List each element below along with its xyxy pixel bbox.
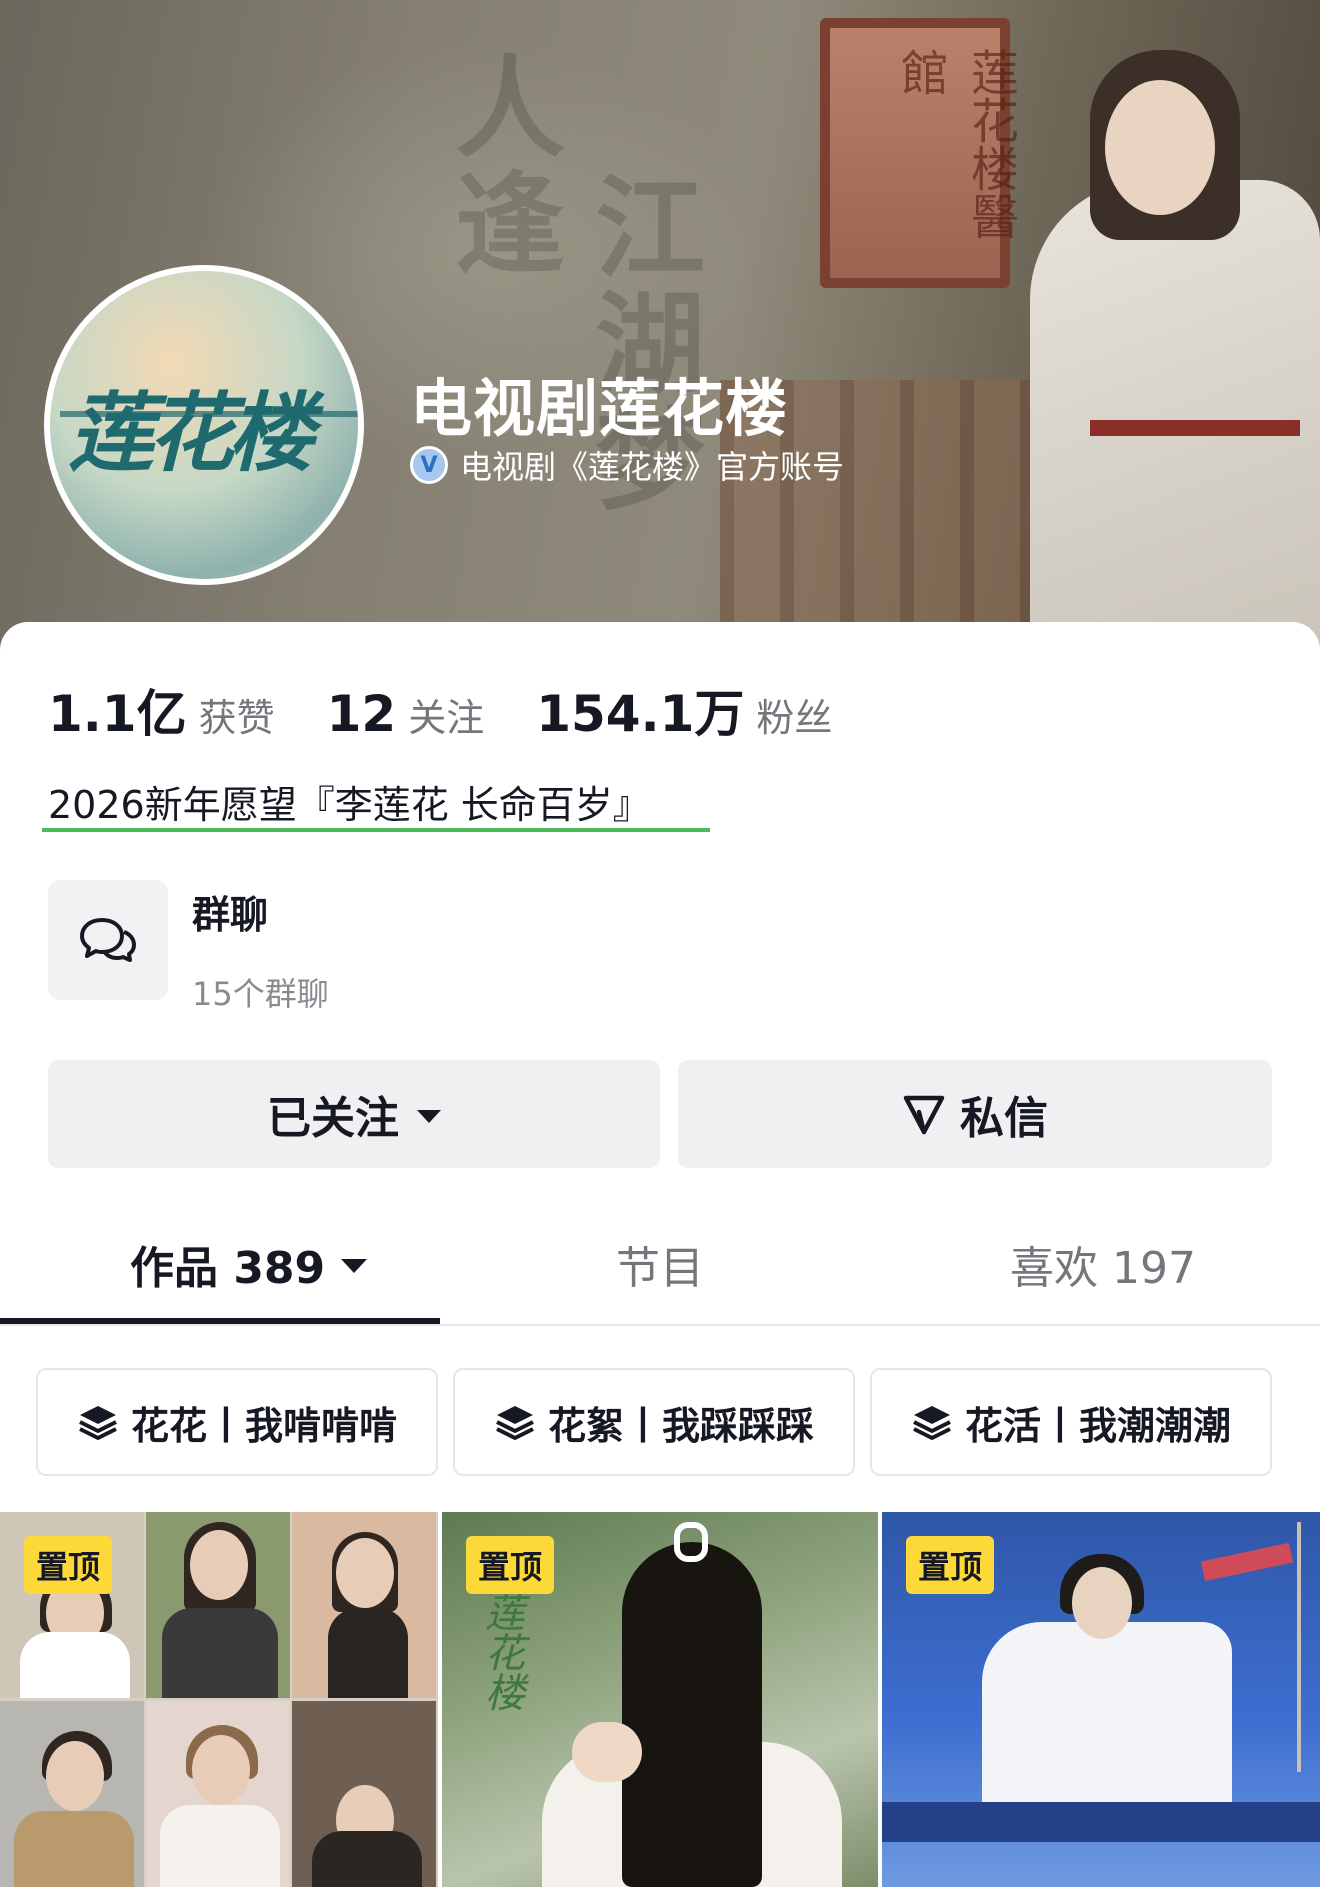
banner-calligraphy: 人逢	[436, 50, 565, 282]
send-icon	[903, 1095, 945, 1135]
group-chat-entry[interactable]: 群聊 15个群聊	[48, 880, 329, 1015]
tab-shows[interactable]: 节目	[616, 1202, 704, 1326]
pinned-badge: 置顶	[906, 1536, 995, 1594]
show-logo: 莲花楼	[478, 1592, 524, 1712]
tab-works[interactable]: 作品 389	[130, 1202, 368, 1326]
chevron-down-icon	[341, 1259, 368, 1273]
collage-cell	[146, 1512, 290, 1698]
stat-following[interactable]: 12 关注	[327, 685, 485, 743]
collections-row: 花花丨我啃啃啃 花絮丨我踩踩踩 花活丨我潮潮潮	[36, 1368, 1272, 1476]
video-thumbnail[interactable]: 置顶	[882, 1512, 1320, 1887]
pinned-badge: 置顶	[24, 1536, 113, 1594]
chevron-down-icon	[417, 1109, 441, 1123]
video-thumbnail[interactable]: 置顶 莲花楼	[442, 1512, 878, 1887]
profile-bio: 2026新年愿望『李莲花 长命百岁』	[48, 783, 651, 827]
layers-icon	[496, 1406, 534, 1440]
collection-chip[interactable]: 花活丨我潮潮潮	[870, 1368, 1272, 1476]
verified-text: 电视剧《莲花楼》官方账号	[460, 448, 845, 486]
active-tab-indicator	[0, 1318, 440, 1324]
bio-underline	[42, 828, 710, 832]
content-tabs: 作品 389 节目 喜欢 197	[0, 1202, 1320, 1326]
verified-icon: V	[410, 446, 448, 484]
stat-followers[interactable]: 154.1万 粉丝	[536, 674, 832, 746]
stats-row: 1.1亿 获赞 12 关注 154.1万 粉丝	[48, 674, 884, 746]
group-chat-count: 15个群聊	[192, 975, 329, 1013]
verification-row: V 电视剧《莲花楼》官方账号	[410, 442, 844, 488]
profile-card: 1.1亿 获赞 12 关注 154.1万 粉丝 2026新年愿望『李莲花 长命百…	[0, 622, 1320, 1887]
stat-label: 粉丝	[756, 696, 833, 740]
stat-value: 12	[326, 685, 397, 743]
collection-chip[interactable]: 花花丨我啃啃啃	[36, 1368, 438, 1476]
layers-icon	[79, 1406, 117, 1440]
message-label: 私信	[960, 1093, 1048, 1144]
collage-cell	[0, 1701, 144, 1887]
tab-label: 作品 389	[130, 1243, 326, 1294]
following-label: 已关注	[267, 1093, 399, 1144]
stat-likes[interactable]: 1.1亿 获赞	[48, 674, 275, 746]
video-grid: 置顶 置顶 莲花楼 置顶	[0, 1512, 1320, 1887]
tab-label: 节目	[616, 1243, 704, 1294]
avatar[interactable]: 莲花楼	[44, 265, 364, 585]
avatar-logo-text: 莲花楼	[68, 383, 314, 484]
collection-chip[interactable]: 花絮丨我踩踩踩	[453, 1368, 855, 1476]
tab-label: 喜欢 197	[1010, 1243, 1196, 1294]
stat-value: 154.1万	[536, 685, 745, 743]
banner-figure	[1000, 30, 1320, 660]
pinned-badge: 置顶	[466, 1536, 555, 1594]
collage-cell	[292, 1512, 436, 1698]
message-button[interactable]: 私信	[678, 1060, 1272, 1168]
banner-signboard: 莲花楼醫館	[820, 18, 1018, 288]
collage-cell	[292, 1701, 436, 1887]
collection-label: 花絮丨我踩踩踩	[547, 1403, 814, 1448]
collection-label: 花活丨我潮潮潮	[964, 1403, 1231, 1448]
video-thumbnail[interactable]: 置顶	[0, 1512, 438, 1887]
following-button[interactable]: 已关注	[48, 1060, 660, 1168]
tab-likes[interactable]: 喜欢 197	[1010, 1202, 1196, 1326]
stat-label: 获赞	[198, 696, 275, 740]
layers-icon	[913, 1406, 951, 1440]
profile-name: 电视剧莲花楼	[410, 372, 789, 445]
stat-value: 1.1亿	[48, 685, 187, 743]
stat-label: 关注	[408, 696, 485, 740]
chat-bubbles-icon	[48, 880, 168, 1000]
collage-cell	[146, 1701, 290, 1887]
collection-label: 花花丨我啃啃啃	[130, 1403, 397, 1448]
group-chat-title: 群聊	[192, 893, 269, 937]
